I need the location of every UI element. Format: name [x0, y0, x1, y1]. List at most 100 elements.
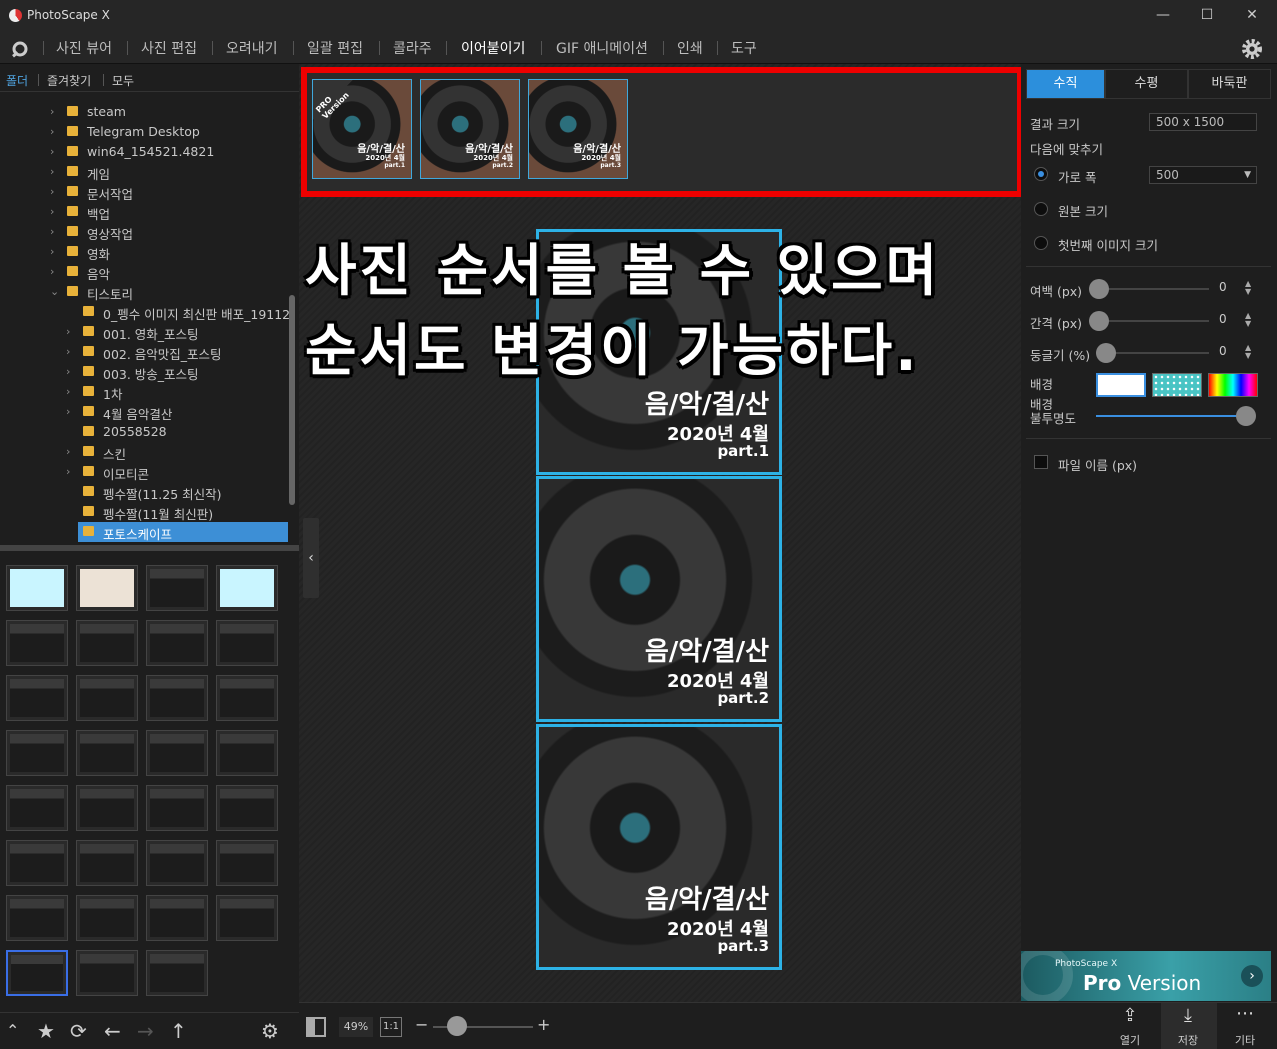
tree-scrollbar[interactable]: [289, 295, 295, 505]
thumbnail-image[interactable]: [76, 620, 138, 666]
back-arrow-icon[interactable]: ←: [104, 1019, 121, 1043]
round-spinner[interactable]: ▲ ▼: [1245, 344, 1251, 360]
menu-item[interactable]: 사진 편집: [141, 38, 197, 58]
thumbnail-image[interactable]: [6, 785, 68, 831]
bg-pattern-swatch[interactable]: [1152, 373, 1202, 397]
preview-panel[interactable]: 음/악/결/산 2020년 4월 part.3: [536, 724, 782, 970]
save-label[interactable]: 저장: [1172, 1032, 1204, 1048]
tree-folder-item[interactable]: › 003. 방송_포스팅: [66, 362, 288, 382]
thumbnail-image[interactable]: [216, 895, 278, 941]
tree-folder-item[interactable]: 0_펭수 이미지 최신판 배포_191125: [78, 302, 290, 322]
chevron-right-icon[interactable]: ›: [50, 165, 54, 178]
chevron-right-icon[interactable]: ›: [50, 145, 54, 158]
thumbnail-image[interactable]: [146, 895, 208, 941]
thumbnail-image[interactable]: [76, 730, 138, 776]
tree-folder-item[interactable]: › 백업: [50, 202, 288, 222]
thumbnail-image[interactable]: [146, 730, 208, 776]
preview-panel[interactable]: 음/악/결/산 2020년 4월 part.2: [536, 476, 782, 722]
menu-item[interactable]: 도구: [731, 38, 757, 58]
tree-folder-item[interactable]: › 4월 음악결산: [66, 402, 288, 422]
chevron-right-icon[interactable]: ›: [50, 125, 54, 138]
thumbnail-image[interactable]: [146, 950, 208, 996]
tree-folder-item[interactable]: › 스킨: [66, 442, 288, 462]
tree-folder-item[interactable]: ⌄ 티스토리: [50, 282, 288, 302]
thumbnail-image[interactable]: [216, 840, 278, 886]
settings-gear-icon[interactable]: [1240, 37, 1264, 61]
thumbnail-image[interactable]: [76, 895, 138, 941]
spacing-slider[interactable]: [1089, 311, 1109, 331]
tab-all[interactable]: 모두: [112, 72, 134, 89]
tree-folder-item[interactable]: › 001. 영화_포스팅: [66, 322, 288, 342]
tree-folder-item[interactable]: › win64_154521.4821: [50, 142, 288, 162]
tree-folder-item[interactable]: › 이모티콘: [66, 462, 288, 482]
strip-thumb[interactable]: 음/악/결/산 2020년 4월 part.2: [420, 79, 520, 179]
thumbnail-image[interactable]: [6, 675, 68, 721]
tree-folder-item[interactable]: 20558528: [78, 422, 288, 442]
tab-grid[interactable]: 바둑판: [1188, 69, 1271, 99]
thumbnail-image[interactable]: [6, 895, 68, 941]
opacity-slider[interactable]: [1236, 406, 1256, 426]
chevron-right-icon[interactable]: ›: [50, 185, 54, 198]
forward-arrow-icon[interactable]: →: [137, 1019, 154, 1043]
more-label[interactable]: 기타: [1229, 1032, 1261, 1048]
tree-folder-item[interactable]: › 음악: [50, 262, 288, 282]
tree-folder-item[interactable]: 펭수짤(11월 최신판): [78, 502, 288, 522]
menu-item[interactable]: 사진 뷰어: [56, 38, 112, 58]
chevron-right-icon[interactable]: ›: [50, 265, 54, 278]
width-select[interactable]: 500 ▼: [1149, 166, 1257, 184]
star-icon[interactable]: ★: [37, 1019, 55, 1043]
margin-slider[interactable]: [1089, 279, 1109, 299]
menu-item[interactable]: GIF 애니메이션: [556, 38, 648, 58]
zoom-in-icon[interactable]: +: [537, 1015, 550, 1034]
thumbnail-image[interactable]: [76, 565, 138, 611]
tree-folder-item[interactable]: › steam: [50, 102, 288, 122]
thumbnail-image[interactable]: [216, 730, 278, 776]
chevron-down-icon[interactable]: ⌄: [50, 285, 59, 298]
thumbnail-image[interactable]: [216, 565, 278, 611]
menu-item[interactable]: 콜라주: [393, 38, 432, 58]
menu-item[interactable]: 인쇄: [677, 38, 703, 58]
tree-folder-item[interactable]: › 문서작업: [50, 182, 288, 202]
close-icon[interactable]: ✕: [1240, 4, 1264, 26]
zoom-value[interactable]: 49%: [339, 1017, 373, 1037]
tab-horizontal[interactable]: 수평: [1105, 69, 1188, 99]
more-icon[interactable]: ⋯: [1234, 1003, 1256, 1024]
save-download-icon[interactable]: ⤓: [1177, 1005, 1199, 1026]
spacing-spinner[interactable]: ▲ ▼: [1245, 312, 1251, 328]
photoscape-icon[interactable]: [10, 40, 30, 58]
tree-folder-item[interactable]: › 게임: [50, 162, 288, 182]
tab-favorites[interactable]: 즐겨찾기: [47, 72, 91, 89]
chevron-right-icon[interactable]: ›: [50, 245, 54, 258]
thumbnail-image[interactable]: [146, 675, 208, 721]
pro-version-banner[interactable]: PhotoScape X Pro Version ›: [1021, 951, 1271, 1001]
radio-original-size[interactable]: [1034, 202, 1048, 216]
maximize-icon[interactable]: ☐: [1195, 4, 1219, 26]
thumbnail-image[interactable]: [146, 840, 208, 886]
actual-size-button[interactable]: 1:1: [380, 1017, 402, 1037]
zoom-out-icon[interactable]: −: [415, 1015, 428, 1034]
thumbnail-image[interactable]: [216, 785, 278, 831]
minimize-icon[interactable]: —: [1151, 4, 1175, 26]
thumbnail-image[interactable]: [6, 565, 68, 611]
thumbnail-image[interactable]: [6, 950, 68, 996]
round-slider[interactable]: [1096, 343, 1116, 363]
open-label[interactable]: 열기: [1114, 1032, 1146, 1048]
menu-item[interactable]: 이어붙이기: [461, 38, 525, 58]
thumbnail-image[interactable]: [216, 675, 278, 721]
radio-first-image-size[interactable]: [1034, 236, 1048, 250]
tree-folder-item[interactable]: › 1차: [66, 382, 288, 402]
panel-splitter[interactable]: [0, 545, 299, 551]
up-arrow-icon[interactable]: ↑: [170, 1019, 187, 1043]
thumbnail-image[interactable]: [146, 565, 208, 611]
zoom-slider[interactable]: [446, 1016, 467, 1036]
chevron-right-icon[interactable]: ›: [66, 385, 70, 398]
strip-thumb[interactable]: 음/악/결/산 2020년 4월 part.3: [528, 79, 628, 179]
chevron-right-icon[interactable]: ›: [50, 205, 54, 218]
radio-width[interactable]: [1034, 167, 1048, 181]
thumbnail-image[interactable]: [76, 840, 138, 886]
open-share-icon[interactable]: ⇪: [1119, 1005, 1141, 1026]
thumbnail-image[interactable]: [76, 675, 138, 721]
tab-folder[interactable]: 폴더: [6, 72, 28, 89]
tab-vertical[interactable]: 수직: [1026, 69, 1105, 99]
chevron-right-icon[interactable]: ›: [66, 365, 70, 378]
